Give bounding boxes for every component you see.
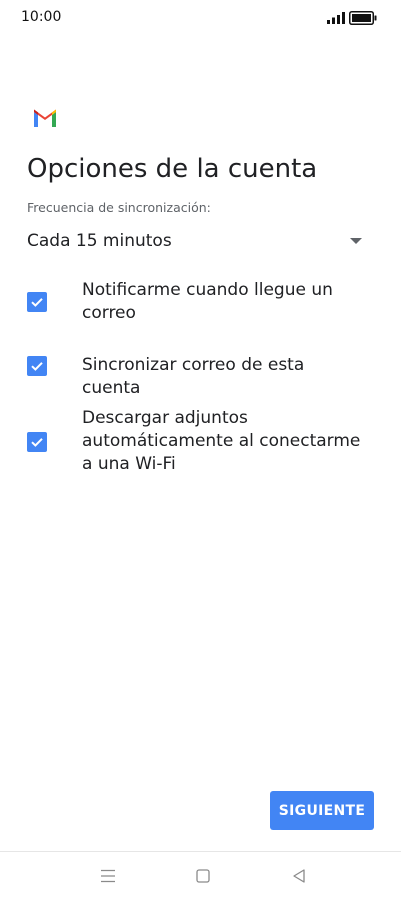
option-notify[interactable]: Notificarme cuando llegue un correo (20, 279, 370, 327)
check-icon (31, 298, 43, 307)
sync-frequency-dropdown[interactable]: Cada 15 minutos (20, 224, 372, 258)
sync-frequency-label: Frecuencia de sincronización: (27, 200, 211, 215)
back-button[interactable] (285, 862, 313, 890)
option-download-attachments[interactable]: Descargar adjuntos automáticamente al co… (20, 407, 370, 477)
battery-icon (349, 11, 377, 25)
back-icon (293, 869, 305, 883)
checkbox-sync[interactable] (27, 356, 47, 376)
option-download-attachments-label: Descargar adjuntos automáticamente al co… (82, 408, 361, 474)
page-title: Opciones de la cuenta (27, 154, 318, 184)
check-icon (31, 438, 43, 447)
signal-icon (327, 12, 345, 24)
home-icon (196, 869, 210, 883)
gmail-logo (34, 109, 56, 127)
checkbox-download-attachments[interactable] (27, 432, 47, 452)
dropdown-arrow-icon (350, 238, 362, 244)
checkbox-notify[interactable] (27, 292, 47, 312)
option-sync[interactable]: Sincronizar correo de esta cuenta (20, 354, 370, 398)
status-bar: 10:00 (0, 0, 401, 36)
menu-button[interactable] (94, 862, 122, 890)
status-time: 10:00 (21, 9, 62, 25)
menu-icon (101, 869, 115, 883)
nav-divider (0, 851, 401, 852)
check-icon (31, 362, 43, 371)
option-notify-label: Notificarme cuando llegue un correo (82, 280, 333, 323)
home-button[interactable] (189, 862, 217, 890)
sync-frequency-value: Cada 15 minutos (27, 231, 172, 251)
next-button[interactable]: SIGUIENTE (270, 791, 374, 830)
option-sync-label: Sincronizar correo de esta cuenta (82, 355, 305, 398)
